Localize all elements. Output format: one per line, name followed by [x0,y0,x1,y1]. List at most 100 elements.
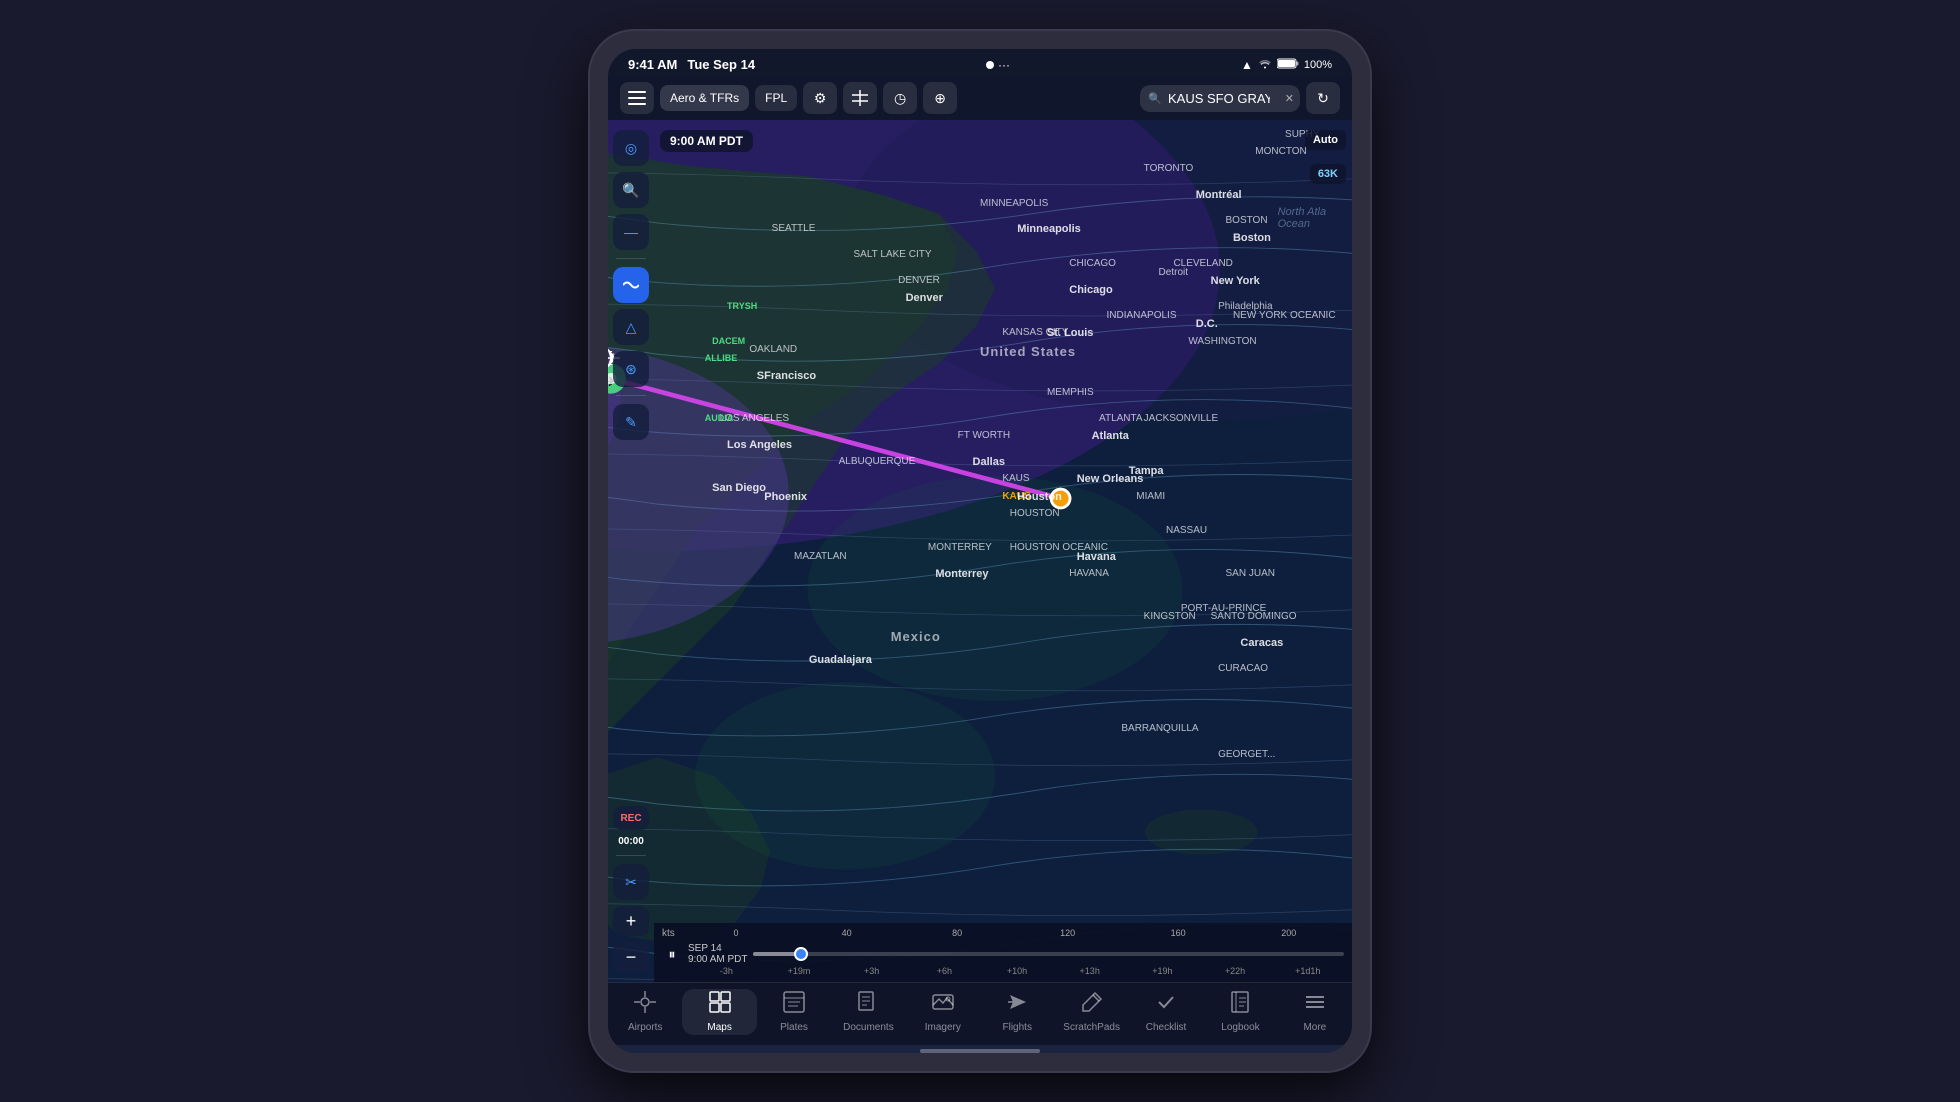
settings-button[interactable]: ⚙ [803,82,837,114]
toolbar: Aero & TFRs FPL ⚙ ◷ ⊕ 🔍 ✕ [608,76,1352,120]
wind-num-120: 120 [1012,928,1123,938]
timeline-date: SEP 14 9:00 AM PDT [688,943,747,965]
pin-button[interactable]: ⊕ [923,82,957,114]
imagery-icon [932,991,954,1019]
tab-maps[interactable]: Maps [682,989,756,1035]
documents-label: Documents [843,1022,894,1033]
tab-imagery[interactable]: Imagery [906,989,980,1035]
maps-icon [709,991,731,1019]
airports-icon [634,991,656,1019]
documents-icon [857,991,879,1019]
shield-button[interactable]: ⊛ [613,351,649,387]
tick-plus3h: +3h [835,966,908,976]
plates-icon [783,991,805,1019]
wind-scale: kts 0 40 80 120 160 200 [662,927,1344,940]
sidebar-divider-2 [616,395,646,396]
map-area[interactable]: ✈ ✈ SEATTLE MINNEAPOLIS [608,120,1352,982]
mountain-button[interactable]: △ [613,309,649,345]
refresh-button[interactable]: ↻ [1306,82,1340,114]
timeline-row: ⏸ SEP 14 9:00 AM PDT [662,943,1344,965]
wifi-icon [1258,58,1272,72]
timeline-track[interactable] [753,952,1344,956]
sidebar-divider-1 [616,258,646,259]
more-icon [1304,991,1326,1019]
minus-button[interactable]: — [613,214,649,250]
map-background: ✈ ✈ [608,120,1352,982]
tick-plus22h: +22h [1199,966,1272,976]
status-date: Tue Sep 14 [687,57,755,72]
rec-label: REC [620,813,641,824]
aero-label: Aero & TFRs [670,91,739,105]
battery-pct: 100% [1304,59,1332,71]
tick-plus1d1h: +1d1h [1271,966,1344,976]
timeline-time: 9:00 AM PDT [688,954,747,965]
tick-plus6h: +6h [908,966,981,976]
aero-tfrs-button[interactable]: Aero & TFRs [660,85,749,111]
map-search-button[interactable]: 🔍 [613,172,649,208]
tick-plus13h: +13h [1053,966,1126,976]
scratchpads-icon [1081,991,1103,1019]
layers2-button[interactable] [843,82,877,114]
scissors-button[interactable]: ✂ [613,864,649,900]
zoom-out-button[interactable]: − [613,942,649,972]
plates-label: Plates [780,1022,808,1033]
maps-label: Maps [707,1022,731,1033]
wind-num-0: 0 [681,928,792,938]
auto-badge: Auto [1305,130,1346,150]
wave-button[interactable] [613,267,649,303]
tab-airports[interactable]: Airports [608,989,682,1035]
tick-plus19m: +19m [763,966,836,976]
wind-label: kts [662,928,675,939]
status-right: ▲ 100% [1241,58,1332,72]
search-input[interactable] [1140,85,1300,112]
rec-button[interactable]: REC [613,806,649,830]
timeline-ticks: -3h +19m +3h +6h +10h +13h +19h +22h +1d… [662,966,1344,976]
wind-numbers: 0 40 80 120 160 200 [681,928,1344,938]
time-display: 00:00 [618,836,644,847]
battery-icon [1277,58,1299,72]
status-dots: ··· [998,58,1010,72]
wind-num-80: 80 [902,928,1013,938]
gps-button[interactable]: ◎ [613,130,649,166]
tab-logbook[interactable]: Logbook [1203,989,1277,1035]
sidebar-divider-3 [616,855,646,856]
fpl-button[interactable]: FPL [755,85,797,111]
search-container: 🔍 ✕ ↻ [1140,82,1340,114]
device-frame: 9:41 AM Tue Sep 14 ··· ▲ [590,31,1370,1071]
layers-button[interactable] [620,82,654,114]
clock-button[interactable]: ◷ [883,82,917,114]
tab-plates[interactable]: Plates [757,989,831,1035]
wind-num-160: 160 [1123,928,1234,938]
more-label: More [1303,1022,1326,1033]
wind-num-200: 200 [1233,928,1344,938]
home-indicator [920,1049,1040,1053]
tab-checklist[interactable]: Checklist [1129,989,1203,1035]
tab-flights[interactable]: Flights [980,989,1054,1035]
location-icon: ▲ [1241,58,1253,72]
status-bar: 9:41 AM Tue Sep 14 ··· ▲ [608,49,1352,76]
search-wrapper: 🔍 ✕ [1140,85,1300,112]
sep-date: SEP 14 [688,943,722,954]
time-indicator: 9:00 AM PDT [660,130,753,152]
wind-num-40: 40 [791,928,902,938]
timeline-thumb[interactable] [794,947,808,961]
tick-plus10h: +10h [981,966,1054,976]
search-clear-button[interactable]: ✕ [1285,92,1294,105]
imagery-label: Imagery [925,1022,961,1033]
pen-button[interactable]: ✎ [613,404,649,440]
left-sidebar: ◎ 🔍 — △ ⊛ ✎ REC 00:00 ✂ [608,120,654,982]
tab-documents[interactable]: Documents [831,989,905,1035]
tick-plus19h: +19h [1126,966,1199,976]
status-dot [986,61,994,69]
zoom-in-button[interactable]: + [613,906,649,936]
search-icon: 🔍 [1148,92,1162,105]
tab-more[interactable]: More [1278,989,1352,1035]
timeline-area: kts 0 40 80 120 160 200 [654,923,1352,982]
fpl-label: FPL [765,91,787,105]
flights-icon [1006,991,1028,1019]
tab-scratchpads[interactable]: ScratchPads [1054,989,1128,1035]
status-time: 9:41 AM [628,57,677,72]
alt-badge: 63K [1310,164,1346,184]
logbook-icon [1229,991,1251,1019]
play-pause-button[interactable]: ⏸ [662,946,682,963]
